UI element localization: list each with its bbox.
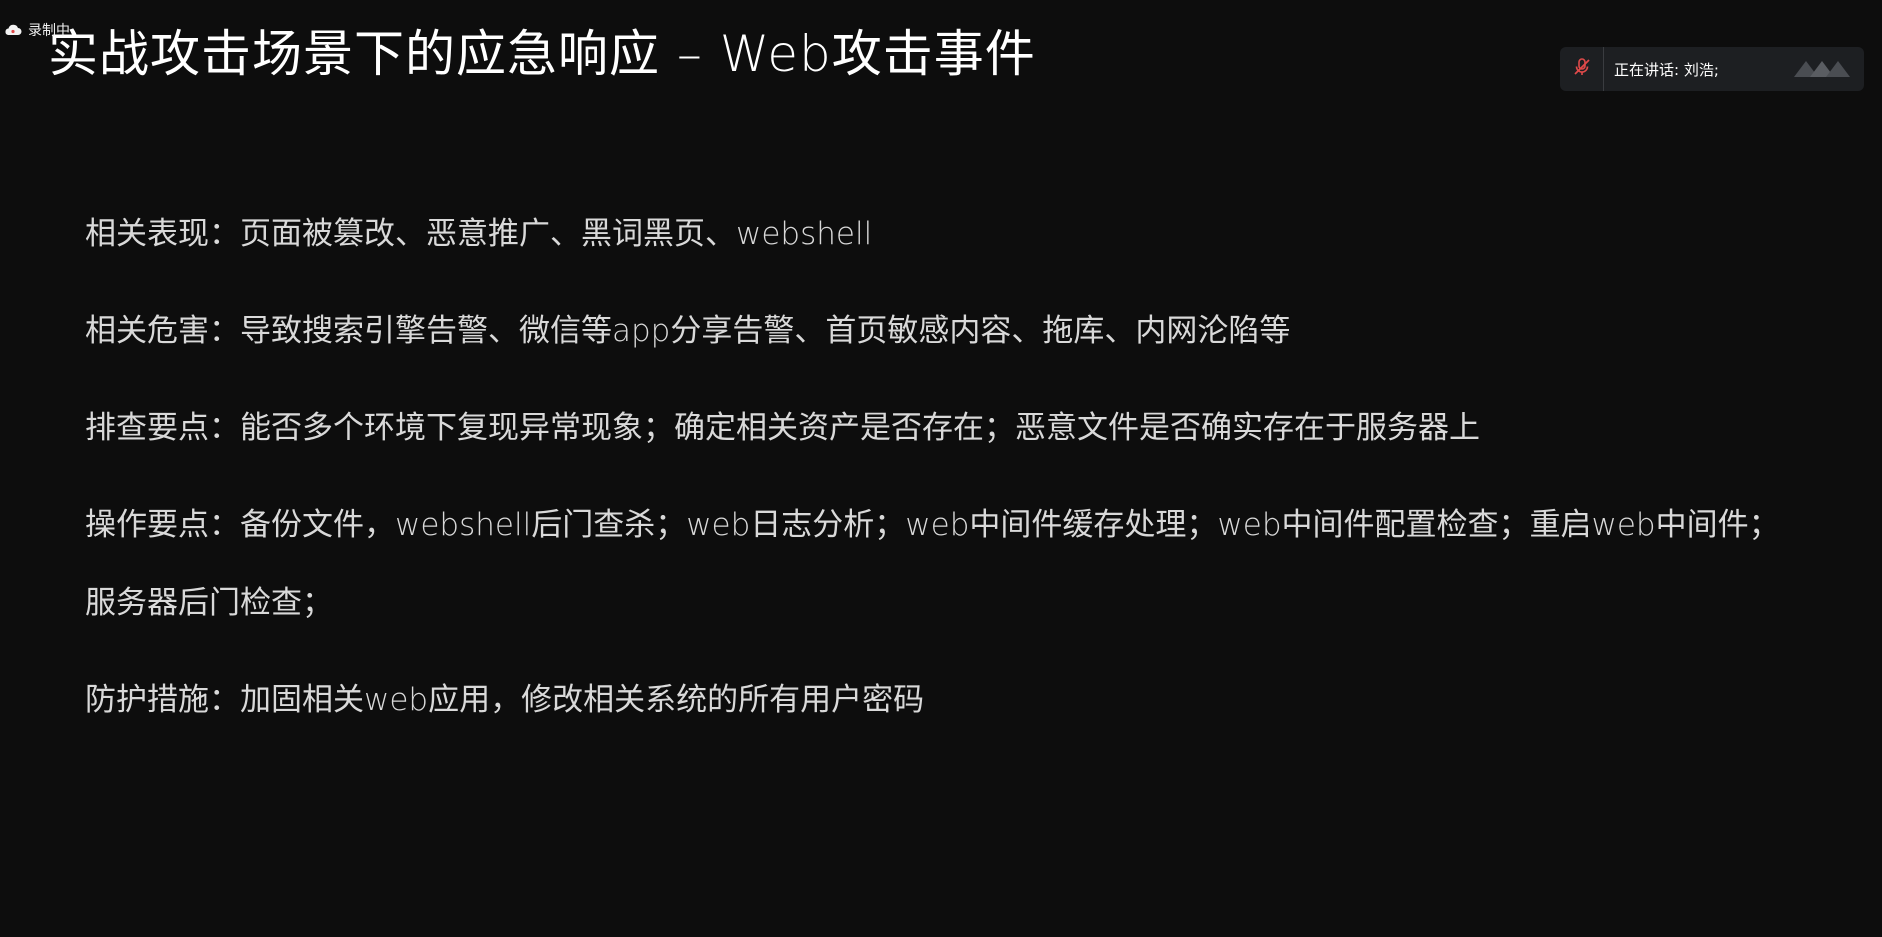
point-text: 导致搜索引擎告警、微信等app分享告警、首页敏感内容、拖库、内网沦陷等	[240, 313, 1291, 349]
recording-indicator[interactable]: 录制中	[4, 20, 70, 40]
point-text-continuation: 服务器后门检查；	[85, 585, 333, 621]
point-text: 备份文件，webshell后门查杀；web日志分析；web中间件缓存处理；web…	[240, 507, 1780, 543]
point-operations: 操作要点：备份文件，webshell后门查杀；web日志分析；web中间件缓存处…	[85, 486, 1845, 642]
mic-muted-icon	[1573, 57, 1591, 81]
point-label: 相关表现：	[85, 216, 240, 252]
point-manifestation: 相关表现：页面被篡改、恶意推广、黑词黑页、webshell	[85, 195, 1845, 273]
mic-button[interactable]	[1560, 47, 1604, 91]
point-text: 加固相关web应用，修改相关系统的所有用户密码	[240, 682, 925, 718]
slide-stage: 录制中 实战攻击场景下的应急响应 – Web攻击事件 正在讲话: 刘浩; 相关表…	[0, 0, 1882, 937]
point-label: 相关危害：	[85, 313, 240, 349]
point-text: 能否多个环境下复现异常现象；确定相关资产是否存在；恶意文件是否确实存在于服务器上	[240, 410, 1480, 446]
point-text: 页面被篡改、恶意推广、黑词黑页、webshell	[240, 216, 873, 252]
point-harm: 相关危害：导致搜索引擎告警、微信等app分享告警、首页敏感内容、拖库、内网沦陷等	[85, 292, 1845, 370]
point-protection: 防护措施：加固相关web应用，修改相关系统的所有用户密码	[85, 661, 1845, 739]
active-speaker-panel[interactable]: 正在讲话: 刘浩;	[1560, 47, 1864, 91]
point-label: 防护措施：	[85, 682, 240, 718]
point-label: 排查要点：	[85, 410, 240, 446]
point-investigation: 排查要点：能否多个环境下复现异常现象；确定相关资产是否存在；恶意文件是否确实存在…	[85, 389, 1845, 467]
cloud-icon	[4, 24, 22, 36]
point-label: 操作要点：	[85, 507, 240, 543]
participant-avatars-icon	[1792, 57, 1854, 81]
recording-label: 录制中	[28, 23, 70, 39]
slide-content: 相关表现：页面被篡改、恶意推广、黑词黑页、webshell 相关危害：导致搜索引…	[85, 195, 1845, 758]
speaking-status: 正在讲话: 刘浩;	[1614, 60, 1719, 79]
slide-title: 实战攻击场景下的应急响应 – Web攻击事件	[48, 25, 1036, 83]
